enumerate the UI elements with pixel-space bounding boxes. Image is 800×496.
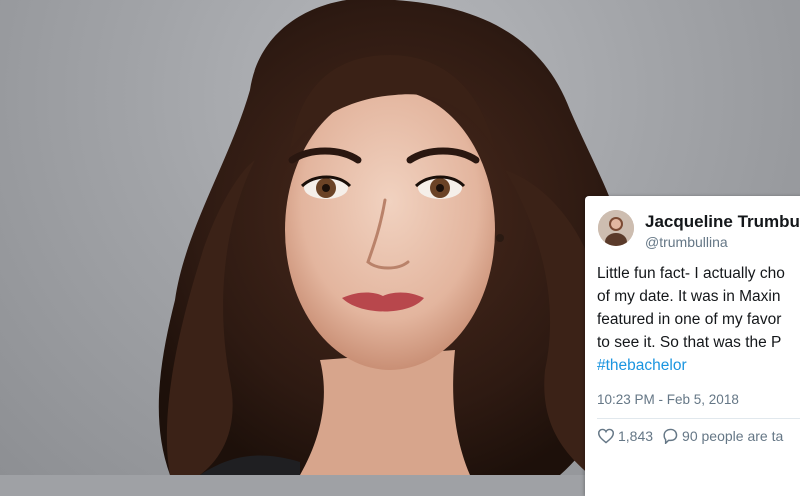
left-pupil <box>322 184 330 192</box>
tweet-timestamp[interactable]: 10:23 PM - Feb 5, 2018 <box>597 392 739 407</box>
heart-icon <box>597 428 615 444</box>
reply-bubble-icon <box>663 428 678 444</box>
like-count: 1,843 <box>618 428 654 444</box>
tweet-card: Jacqueline Trumbu @trumbullina Little fu… <box>585 196 800 496</box>
tweet-text-line: featured in one of my favor <box>597 311 782 328</box>
tweet-text: Little fun fact- I actually cho of my da… <box>597 262 800 377</box>
display-name[interactable]: Jacqueline Trumbu <box>645 212 800 232</box>
tweet-text-line: of my date. It was in Maxin <box>597 288 781 305</box>
tweet-text-line: to see it. So that was the P <box>597 334 782 351</box>
tweet-actions: 1,843 90 people are ta <box>597 428 791 444</box>
avatar[interactable] <box>598 210 634 246</box>
avatar-icon <box>598 210 634 246</box>
right-pupil <box>436 184 444 192</box>
like-button[interactable]: 1,843 <box>597 428 653 444</box>
earring-shape <box>496 234 504 242</box>
reply-count: 90 people are ta <box>682 428 784 444</box>
divider <box>597 418 800 419</box>
tweet-text-line: Little fun fact- I actually cho <box>597 265 785 282</box>
hashtag-link[interactable]: #thebachelor <box>597 354 800 377</box>
reply-button[interactable]: 90 people are ta <box>661 428 783 444</box>
face-shape <box>285 90 495 370</box>
user-handle[interactable]: @trumbullina <box>645 234 728 250</box>
